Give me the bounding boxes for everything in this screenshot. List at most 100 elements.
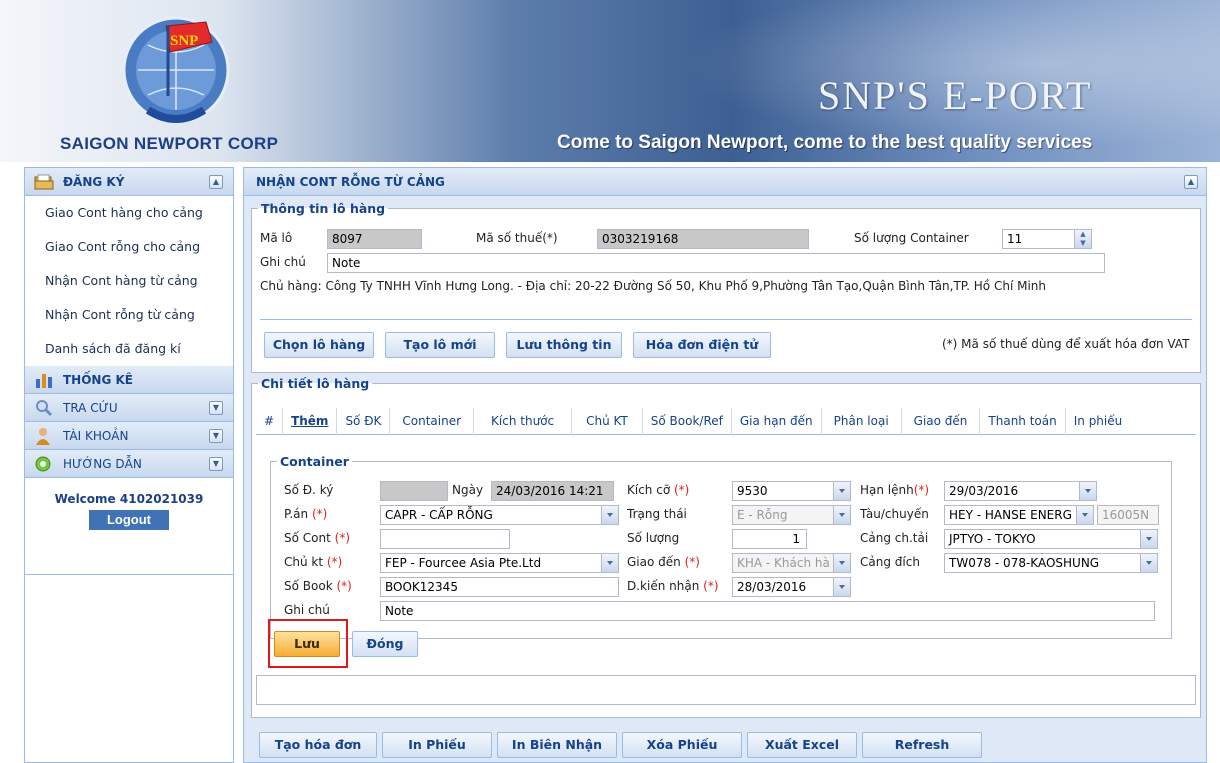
- container-count-label: Số lượng Container: [854, 231, 969, 245]
- sidebar-item-giao-cont-hang[interactable]: Giao Cont hàng cho cảng: [25, 196, 233, 230]
- welcome-text: Welcome 4102021039: [54, 492, 204, 506]
- cang-chtai-label: Cảng ch.tải: [860, 531, 929, 545]
- han-lenh-label: Hạn lệnh(*): [860, 483, 930, 497]
- pan-label: P.án (*): [284, 507, 328, 521]
- han-lenh-date[interactable]: 29/03/2016: [944, 481, 1097, 501]
- detail-grid-header: # Thêm Số ĐK Container Kích thước Chủ KT…: [256, 408, 1196, 435]
- column-kich-thuoc[interactable]: Kích thước: [474, 408, 573, 435]
- panel-header: NHẬN CONT RỖNG TỪ CẢNG ▲: [244, 168, 1206, 196]
- so-book-field[interactable]: BOOK12345: [380, 577, 619, 597]
- chevron-down-icon[interactable]: [601, 506, 618, 524]
- delete-slip-button[interactable]: Xóa Phiếu: [622, 732, 742, 758]
- dkien-label: D.kiến nhận (*): [627, 579, 719, 593]
- column-thanh-toan[interactable]: Thanh toán: [980, 408, 1066, 435]
- so-dky-field[interactable]: [380, 481, 448, 501]
- ngay-label: Ngày: [452, 483, 484, 497]
- ngay-field[interactable]: 24/03/2016 14:21: [491, 481, 614, 501]
- collapse-icon[interactable]: ▲: [1184, 175, 1198, 189]
- page-title: NHẬN CONT RỖNG TỪ CẢNG: [256, 175, 445, 189]
- column-so-dk[interactable]: Số ĐK: [337, 408, 391, 435]
- calendar-icon[interactable]: [1079, 482, 1096, 500]
- new-lot-button[interactable]: Tạo lô mới: [385, 332, 495, 358]
- chevron-down-icon[interactable]: [1076, 506, 1093, 524]
- column-index: #: [256, 408, 284, 435]
- print-slip-button[interactable]: In Phiếu: [382, 732, 492, 758]
- dkien-date[interactable]: 28/03/2016: [732, 577, 851, 597]
- spinner-icon[interactable]: ▲ ▼: [1074, 230, 1091, 248]
- chu-kt-label: Chủ kt (*): [284, 555, 343, 569]
- trang-thai-select: E - Rỗng: [732, 505, 851, 525]
- choose-lot-button[interactable]: Chọn lô hàng: [264, 332, 374, 358]
- chevron-down-icon[interactable]: [601, 554, 618, 572]
- save-button[interactable]: Lưu: [274, 631, 340, 657]
- sidebar-item-giao-cont-rong[interactable]: Giao Cont rỗng cho cảng: [25, 230, 233, 264]
- cang-dich-select[interactable]: TW078 - 078-KAOSHUNG: [944, 553, 1158, 573]
- create-invoice-button[interactable]: Tạo hóa đơn: [259, 732, 377, 758]
- so-cont-label: Số Cont (*): [284, 531, 351, 545]
- column-gia-han[interactable]: Gia hạn đến: [732, 408, 822, 435]
- bar-chart-icon: [36, 373, 52, 388]
- brand-title: SNP'S E-PORT: [818, 73, 1093, 118]
- so-cont-field[interactable]: [380, 529, 510, 549]
- column-container[interactable]: Container: [390, 408, 475, 435]
- ghi-chu-field[interactable]: Note: [380, 601, 1155, 621]
- main-panel: NHẬN CONT RỖNG TỪ CẢNG ▲ Thông tin lô hà…: [243, 167, 1207, 763]
- ma-lo-field[interactable]: 8097: [327, 229, 422, 249]
- sidebar-section-label: TRA CỨU: [63, 400, 118, 415]
- chu-kt-select[interactable]: FEP - Fourcee Asia Pte.Ltd: [380, 553, 619, 573]
- giao-den-label: Giao đến (*): [627, 555, 700, 569]
- save-info-button[interactable]: Lưu thông tin: [506, 332, 622, 358]
- chevron-down-icon[interactable]: [833, 482, 850, 500]
- owner-info: Chủ hàng: Công Ty TNHH Vĩnh Hưng Long. -…: [260, 279, 1046, 293]
- sidebar: ĐĂNG KÝ ▲ Giao Cont hàng cho cảng Giao C…: [24, 167, 234, 763]
- kich-co-select[interactable]: 9530: [732, 481, 851, 501]
- giao-den-select: KHA - Khách hà: [732, 553, 851, 573]
- sidebar-item-nhan-cont-hang[interactable]: Nhận Cont hàng từ cảng: [25, 264, 233, 298]
- lot-info-fieldset: Thông tin lô hàng Mã lô 8097 Mã số thuế(…: [251, 201, 1201, 373]
- column-chu-kt[interactable]: Chủ KT: [572, 408, 643, 435]
- tau-select[interactable]: HEY - HANSE ENERG: [944, 505, 1094, 525]
- sidebar-section-huong-dan[interactable]: HƯỚNG DẪN ▼: [25, 450, 233, 478]
- footer-toolbar: Tạo hóa đơn In Phiếu In Biên Nhận Xóa Ph…: [244, 728, 1206, 762]
- cang-chtai-select[interactable]: JPTYO - TOKYO: [944, 529, 1158, 549]
- column-in-phieu[interactable]: In phiếu: [1066, 408, 1131, 435]
- sidebar-section-dang-ky[interactable]: ĐĂNG KÝ ▲: [25, 168, 233, 196]
- pan-select[interactable]: CAPR - CẤP RỖNG: [380, 505, 619, 525]
- tax-code-field[interactable]: 0303219168: [597, 229, 809, 249]
- slogan: Come to Saigon Newport, come to the best…: [557, 132, 1093, 153]
- logo-text: SNP: [170, 33, 198, 49]
- calendar-icon[interactable]: [833, 578, 850, 596]
- expand-icon[interactable]: ▼: [209, 457, 223, 471]
- expand-icon[interactable]: ▼: [209, 401, 223, 415]
- chevron-down-icon[interactable]: [1140, 530, 1157, 548]
- sidebar-section-thong-ke[interactable]: THỐNG KÊ: [25, 366, 233, 394]
- collapse-icon[interactable]: ▲: [209, 175, 223, 189]
- e-invoice-button[interactable]: Hóa đơn điện tử: [633, 332, 771, 358]
- sidebar-item-nhan-cont-rong[interactable]: Nhận Cont rỗng từ cảng: [25, 298, 233, 332]
- logout-button[interactable]: Logout: [89, 510, 169, 530]
- refresh-button[interactable]: Refresh: [862, 732, 982, 758]
- column-so-book[interactable]: Số Book/Ref: [643, 408, 732, 435]
- sidebar-section-tra-cuu[interactable]: TRA CỨU ▼: [25, 394, 233, 422]
- print-receipt-button[interactable]: In Biên Nhận: [497, 732, 617, 758]
- user-icon: [36, 427, 50, 445]
- so-book-label: Số Book (*): [284, 579, 352, 593]
- sidebar-section-tai-khoan[interactable]: TÀI KHOẢN ▼: [25, 422, 233, 450]
- ghi-chu-label: Ghi chú: [284, 603, 330, 617]
- column-giao-den[interactable]: Giao đến: [902, 408, 981, 435]
- header-banner: SNP SAIGON NEWPORT CORP SNP'S E-PORT Com…: [0, 0, 1220, 162]
- expand-icon[interactable]: ▼: [209, 429, 223, 443]
- add-row-button[interactable]: Thêm: [283, 408, 338, 435]
- company-name: SAIGON NEWPORT CORP: [60, 134, 279, 153]
- column-phan-loai[interactable]: Phân loại: [822, 408, 902, 435]
- close-button[interactable]: Đóng: [352, 631, 418, 657]
- so-luong-field[interactable]: 1: [732, 529, 807, 549]
- sidebar-section-label: THỐNG KÊ: [63, 372, 133, 387]
- lot-info-legend: Thông tin lô hàng: [261, 201, 386, 216]
- folder-icon: [34, 174, 54, 189]
- sidebar-item-danh-sach[interactable]: Danh sách đã đăng kí: [25, 332, 233, 366]
- note-field[interactable]: Note: [327, 253, 1105, 273]
- chevron-down-icon[interactable]: [1140, 554, 1157, 572]
- export-excel-button[interactable]: Xuất Excel: [747, 732, 857, 758]
- container-count-stepper[interactable]: 11 ▲ ▼: [1002, 229, 1092, 249]
